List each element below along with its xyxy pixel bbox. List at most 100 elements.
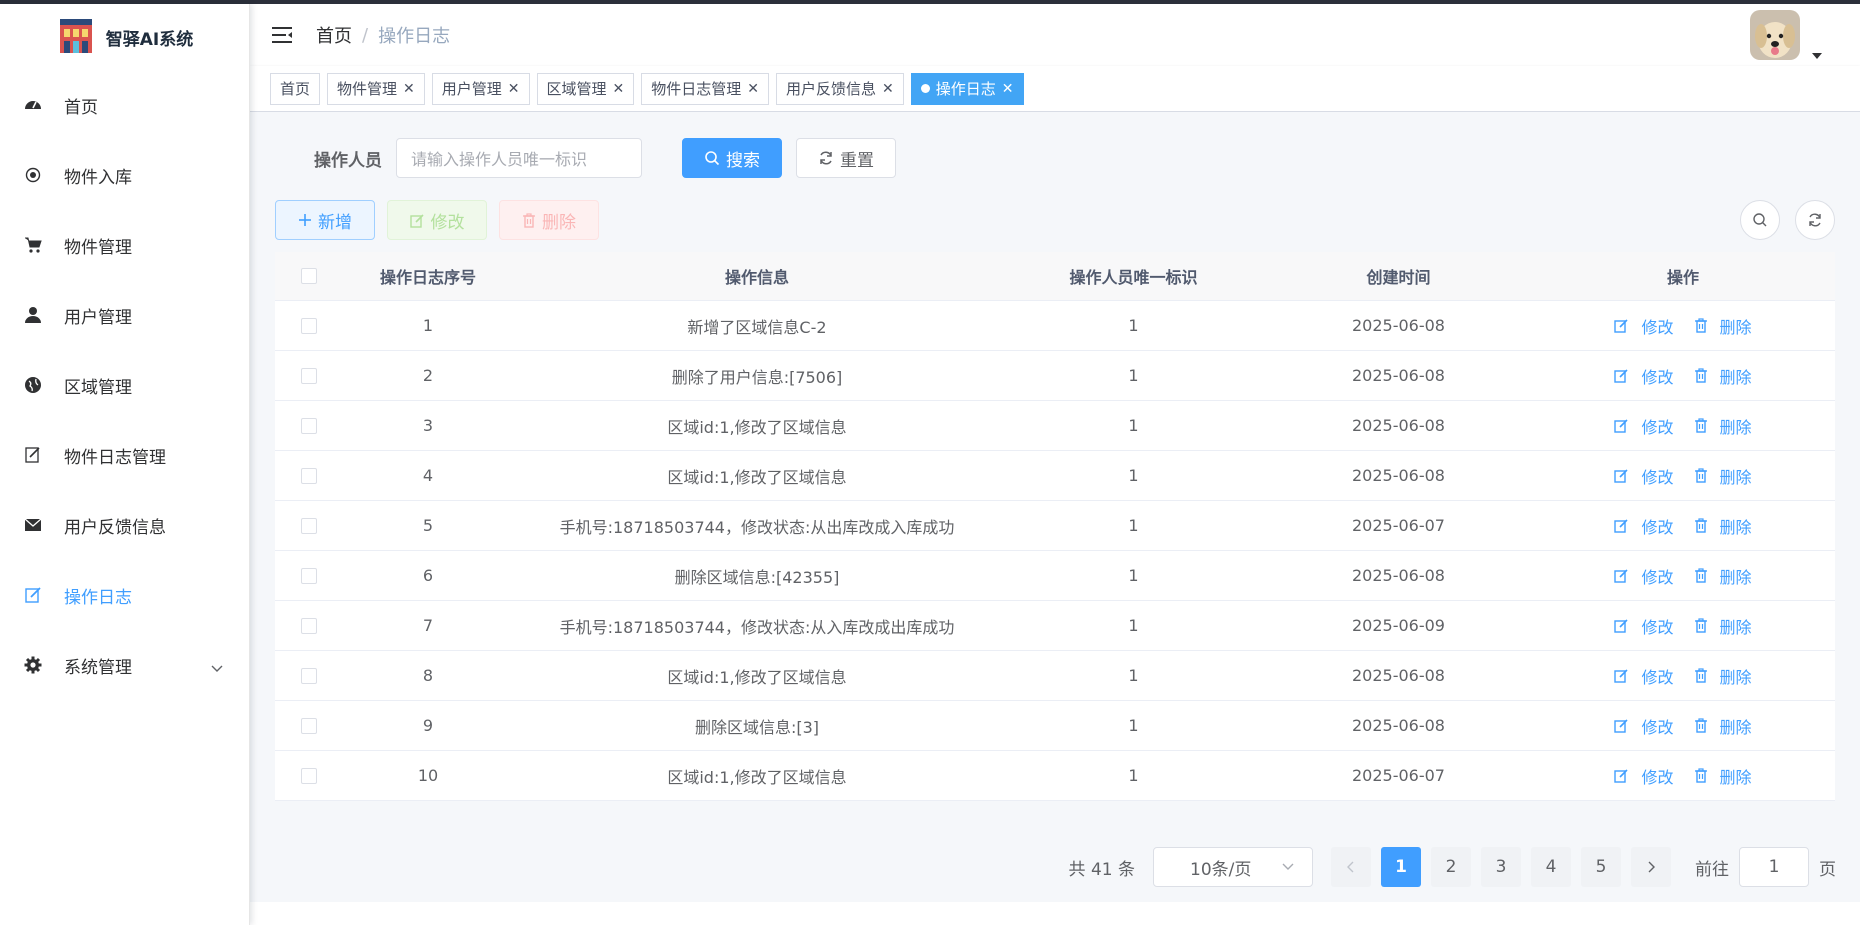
row-delete-button[interactable]: 删除 (1694, 714, 1752, 738)
row-delete-button[interactable]: 删除 (1694, 764, 1752, 788)
close-icon[interactable]: ✕ (403, 81, 415, 97)
row-delete-button[interactable]: 删除 (1694, 314, 1752, 338)
table-row[interactable]: 5 手机号:18718503744，修改状态:从出库改成入库成功 1 2025-06-… (275, 501, 1835, 551)
row-delete-button[interactable]: 删除 (1694, 514, 1752, 538)
table-row[interactable]: 3 区域id:1,修改了区域信息 1 2025-06-08 修改 删除 (275, 401, 1835, 451)
row-edit-button[interactable]: 修改 (1614, 314, 1674, 338)
prev-page-button[interactable] (1331, 847, 1371, 887)
add-button[interactable]: 新增 (275, 200, 375, 240)
sidebar-item-4[interactable]: 区域管理 (0, 350, 249, 420)
row-edit-button[interactable]: 修改 (1614, 564, 1674, 588)
sidebar-item-3[interactable]: 用户管理 (0, 280, 249, 350)
row-checkbox[interactable] (301, 717, 317, 734)
avatar[interactable] (1750, 10, 1800, 60)
row-edit-button[interactable]: 修改 (1614, 614, 1674, 638)
page-button-5[interactable]: 5 (1581, 847, 1621, 887)
logo[interactable]: 智驿AI系统 (0, 4, 249, 70)
page-size-select[interactable]: 10条/页 (1153, 847, 1313, 887)
row-edit-button[interactable]: 修改 (1614, 414, 1674, 438)
edit-button[interactable]: 修改 (387, 200, 487, 240)
row-edit-label: 修改 (1641, 467, 1674, 487)
table-row[interactable]: 8 区域id:1,修改了区域信息 1 2025-06-08 修改 删除 (275, 651, 1835, 701)
sidebar-item-6[interactable]: 用户反馈信息 (0, 490, 249, 560)
row-checkbox[interactable] (301, 667, 317, 684)
sidebar-item-2[interactable]: 物件管理 (0, 210, 249, 280)
table-row[interactable]: 7 手机号:18718503744，修改状态:从入库改成出库成功 1 2025-06-… (275, 601, 1835, 651)
row-edit-label: 修改 (1641, 617, 1674, 637)
table-row[interactable]: 4 区域id:1,修改了区域信息 1 2025-06-08 修改 删除 (275, 451, 1835, 501)
row-checkbox[interactable] (301, 417, 317, 434)
table-row[interactable]: 9 删除区域信息:[3] 1 2025-06-08 修改 删除 (275, 701, 1835, 751)
row-edit-button[interactable]: 修改 (1614, 514, 1674, 538)
table-row[interactable]: 2 删除了用户信息:[7506] 1 2025-06-08 修改 删除 (275, 351, 1835, 401)
col-header-info[interactable]: 操作信息 (513, 264, 1001, 288)
row-delete-button[interactable]: 删除 (1694, 364, 1752, 388)
sidebar-item-5[interactable]: 物件日志管理 (0, 420, 249, 490)
select-all-checkbox[interactable] (301, 268, 317, 284)
close-icon[interactable]: ✕ (882, 81, 894, 97)
tag-1[interactable]: 物件管理 ✕ (327, 72, 425, 105)
row-checkbox[interactable] (301, 317, 317, 334)
row-checkbox[interactable] (301, 567, 317, 584)
row-edit-button[interactable]: 修改 (1614, 764, 1674, 788)
cell-created: 2025-06-08 (1352, 666, 1445, 685)
row-checkbox[interactable] (301, 767, 317, 784)
caret-down-icon[interactable] (1812, 44, 1822, 63)
edit-icon (1614, 668, 1635, 683)
breadcrumb-home[interactable]: 首页 (316, 22, 352, 48)
delete-button[interactable]: 删除 (499, 200, 599, 240)
edit-icon (1614, 718, 1635, 733)
page-button-1[interactable]: 1 (1381, 847, 1421, 887)
row-checkbox[interactable] (301, 517, 317, 534)
tag-3[interactable]: 区域管理 ✕ (536, 72, 635, 105)
cell-info: 新增了区域信息C-2 (687, 317, 827, 337)
operator-search-input[interactable]: 请输入操作人员唯一标识 (396, 138, 642, 178)
col-header-id[interactable]: 操作日志序号 (343, 264, 513, 288)
navbar: 首页 / 操作日志 (250, 4, 1860, 66)
edit-icon (1614, 768, 1635, 783)
col-header-created[interactable]: 创建时间 (1266, 264, 1531, 288)
search-button[interactable]: 搜索 (682, 138, 782, 178)
next-page-button[interactable] (1631, 847, 1671, 887)
page-button-3[interactable]: 3 (1481, 847, 1521, 887)
row-edit-button[interactable]: 修改 (1614, 464, 1674, 488)
toggle-search-button[interactable] (1740, 200, 1780, 240)
row-checkbox[interactable] (301, 367, 317, 384)
row-edit-label: 修改 (1641, 667, 1674, 687)
row-delete-button[interactable]: 删除 (1694, 664, 1752, 688)
row-delete-button[interactable]: 删除 (1694, 464, 1752, 488)
row-edit-button[interactable]: 修改 (1614, 364, 1674, 388)
tag-2[interactable]: 用户管理 ✕ (431, 72, 530, 105)
row-delete-button[interactable]: 删除 (1694, 614, 1752, 638)
tag-6[interactable]: 操作日志 ✕ (910, 72, 1024, 105)
close-icon[interactable]: ✕ (508, 81, 520, 97)
tag-5[interactable]: 用户反馈信息 ✕ (776, 72, 904, 105)
row-delete-button[interactable]: 删除 (1694, 564, 1752, 588)
tag-4[interactable]: 物件日志管理 ✕ (641, 72, 770, 105)
close-icon[interactable]: ✕ (747, 81, 759, 97)
row-delete-button[interactable]: 删除 (1694, 414, 1752, 438)
sidebar-item-8[interactable]: 系统管理 (0, 630, 249, 700)
table-row[interactable]: 6 删除区域信息:[42355] 1 2025-06-08 修改 删除 (275, 551, 1835, 601)
goto-page-input[interactable]: 1 (1739, 847, 1809, 887)
goto-page: 前往 1 页 (1695, 847, 1836, 887)
table-row[interactable]: 10 区域id:1,修改了区域信息 1 2025-06-07 修改 删除 (275, 751, 1835, 801)
sidebar-item-0[interactable]: 首页 (0, 70, 249, 140)
row-edit-button[interactable]: 修改 (1614, 664, 1674, 688)
row-edit-label: 修改 (1641, 567, 1674, 587)
tag-0[interactable]: 首页 (270, 72, 321, 105)
row-checkbox[interactable] (301, 467, 317, 484)
sidebar-item-7[interactable]: 操作日志 (0, 560, 249, 630)
row-checkbox[interactable] (301, 617, 317, 634)
hamburger-icon[interactable] (272, 26, 292, 44)
sidebar-item-1[interactable]: 物件入库 (0, 140, 249, 210)
table-row[interactable]: 1 新增了区域信息C-2 1 2025-06-08 修改 删除 (275, 301, 1835, 351)
page-button-2[interactable]: 2 (1431, 847, 1471, 887)
page-button-4[interactable]: 4 (1531, 847, 1571, 887)
row-edit-button[interactable]: 修改 (1614, 714, 1674, 738)
close-icon[interactable]: ✕ (613, 81, 625, 97)
refresh-table-button[interactable] (1795, 200, 1835, 240)
close-icon[interactable]: ✕ (1002, 81, 1014, 97)
reset-button[interactable]: 重置 (796, 138, 896, 178)
col-header-operator[interactable]: 操作人员唯一标识 (1001, 264, 1266, 288)
